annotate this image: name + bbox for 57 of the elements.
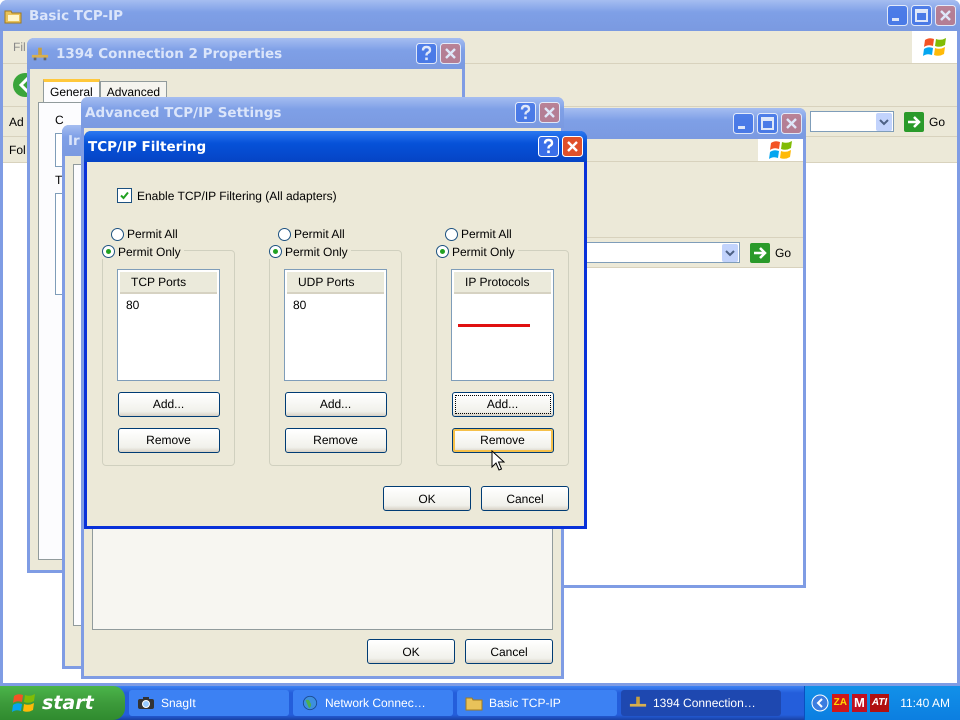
- radio-button[interactable]: Permit All: [102, 227, 178, 241]
- close-button[interactable]: [562, 136, 583, 157]
- column-header[interactable]: UDP Ports: [287, 272, 384, 294]
- dropdown-icon[interactable]: [722, 244, 738, 262]
- list-button[interactable]: Remove: [452, 428, 554, 452]
- window-title: Basic TCP-IP: [29, 8, 124, 24]
- dialog-button[interactable]: Cancel: [481, 486, 569, 511]
- help-button[interactable]: [538, 136, 559, 157]
- folder-icon: [465, 695, 483, 711]
- globe-icon: [301, 695, 319, 711]
- address-label: Ad: [9, 114, 24, 128]
- column-header[interactable]: IP Protocols: [454, 272, 551, 294]
- windows-logo-icon: [12, 692, 36, 714]
- start-button[interactable]: start: [0, 686, 125, 720]
- list-button[interactable]: Remove: [284, 428, 386, 452]
- taskbar-button[interactable]: SnagIt: [129, 690, 289, 716]
- radio-button[interactable]: Permit All: [269, 227, 345, 241]
- column-header[interactable]: TCP Ports: [120, 272, 217, 294]
- taskbar-button[interactable]: Basic TCP-IP: [457, 690, 617, 716]
- field-label: T: [55, 173, 62, 187]
- dialog-button[interactable]: OK: [383, 486, 471, 511]
- list-box[interactable]: TCP Ports 80: [117, 268, 220, 380]
- windows-logo-icon: [768, 139, 792, 161]
- network-connection-icon: [31, 46, 49, 62]
- window-title: 1394 Connection 2 Properties: [56, 46, 282, 62]
- window-title: Advanced TCP/IP Settings: [85, 104, 282, 120]
- camera-icon: [137, 695, 155, 711]
- folders-label: Fol: [9, 142, 26, 156]
- dropdown-icon[interactable]: [876, 112, 892, 130]
- folder-icon: [4, 8, 22, 24]
- radio-button[interactable]: Permit All: [436, 227, 512, 241]
- list-item[interactable]: 80: [285, 296, 314, 314]
- taskbar-button[interactable]: 1394 Connection…: [621, 690, 781, 716]
- list-button[interactable]: Add...: [452, 392, 554, 416]
- checkmark-icon: [118, 189, 131, 202]
- list-button[interactable]: Add...: [118, 392, 220, 416]
- list-box[interactable]: IP Protocols: [451, 268, 554, 380]
- tray-icon[interactable]: ZA: [832, 694, 849, 712]
- radio-button[interactable]: Permit Only: [102, 244, 181, 258]
- pointer-icon: [491, 450, 505, 472]
- radio-button[interactable]: Permit Only: [269, 244, 348, 258]
- tray-icon[interactable]: ATI: [870, 694, 890, 712]
- list-button[interactable]: Remove: [118, 428, 220, 452]
- tray-icon[interactable]: M: [852, 694, 867, 712]
- window-title: TCP/IP Filtering: [88, 138, 206, 154]
- clock: 11:40 AM: [900, 696, 950, 710]
- enable-checkbox[interactable]: Enable TCP/IP Filtering (All adapters): [117, 188, 337, 203]
- window-title: Ir: [68, 132, 80, 148]
- taskbar-button[interactable]: Network Connec…: [293, 690, 453, 716]
- chevron-icon[interactable]: [810, 694, 829, 712]
- radio-button[interactable]: Permit Only: [436, 244, 515, 258]
- windows-logo-icon: [922, 36, 946, 58]
- list-item[interactable]: 80: [118, 296, 148, 314]
- list-box[interactable]: UDP Ports 80: [284, 268, 387, 380]
- annotation-line: [458, 324, 530, 326]
- list-button[interactable]: Add...: [284, 392, 386, 416]
- field-label: C: [55, 113, 64, 127]
